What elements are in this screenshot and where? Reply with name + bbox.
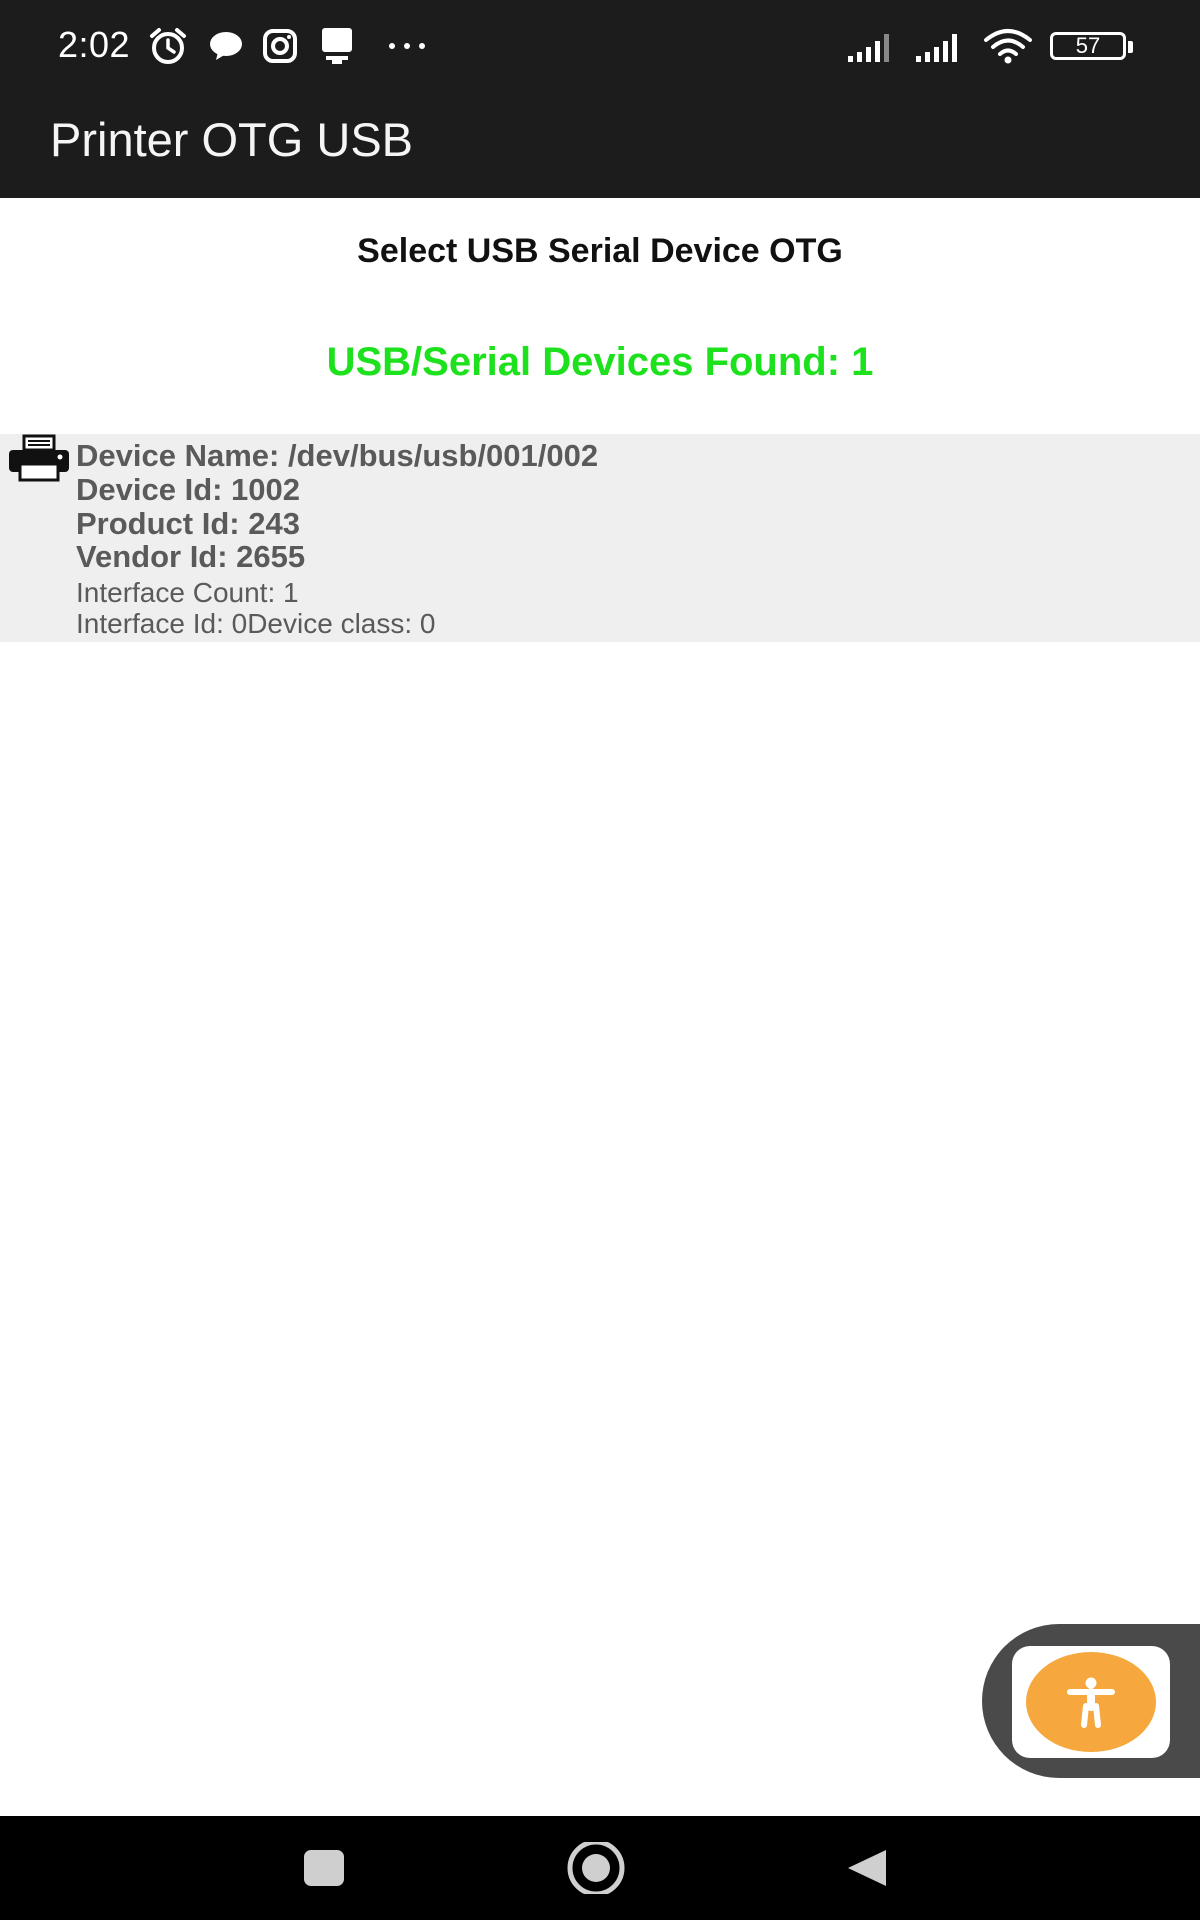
chat-bubble-icon [210,32,242,60]
signal-icon [848,34,889,62]
download-icon [322,28,352,64]
app-bar: Printer OTG USB [0,92,1200,198]
home-circle-icon[interactable] [564,1842,628,1894]
accessibility-button[interactable] [1026,1652,1156,1752]
device-id: Device Id: 1002 [76,472,301,507]
more-dots-icon [389,43,425,49]
screen: 2:02 57 Printer OTG USB Select USB Seria… [0,0,1200,1920]
alarm-icon [150,28,186,64]
battery-level: 57 [1075,33,1101,58]
devices-found-label: USB/Serial Devices Found: 1 [326,340,874,384]
wifi-icon [984,29,1032,64]
interface-info: Interface Id: 0Device class: 0 [76,608,436,639]
printer-icon [9,434,69,482]
recents-square-icon[interactable] [302,1846,346,1890]
accessibility-card [1012,1646,1170,1758]
device-name: Device Name: /dev/bus/usb/001/002 [76,438,599,473]
accessibility-floating-panel [982,1624,1200,1778]
product-id: Product Id: 243 [76,506,300,541]
accessibility-icon [1067,1677,1115,1728]
app-title: Printer OTG USB [50,113,414,166]
interface-count: Interface Count: 1 [76,577,299,608]
back-triangle-icon[interactable] [844,1846,888,1890]
signal-icon [916,34,957,62]
select-device-title: Select USB Serial Device OTG [357,232,843,270]
battery-icon: 57 [1050,32,1133,60]
vendor-id: Vendor Id: 2655 [76,539,306,574]
status-bar: 2:02 57 [0,0,1200,92]
instagram-icon [263,29,297,63]
device-list-item[interactable]: Device Name: /dev/bus/usb/001/002 Device… [0,434,1200,642]
status-time: 2:02 [58,24,131,65]
navigation-bar [0,1816,1200,1920]
